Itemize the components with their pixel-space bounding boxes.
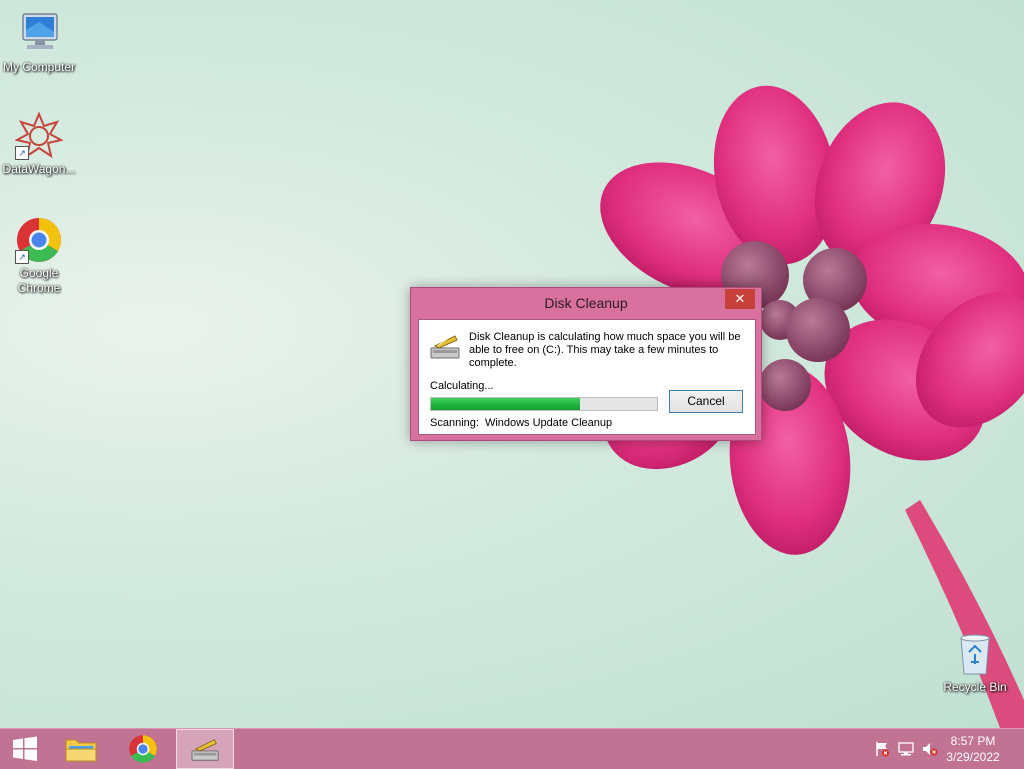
scanning-label: Scanning: <box>430 417 479 429</box>
taskbar-file-explorer[interactable] <box>52 729 110 769</box>
desktop-icon-label: My Computer <box>2 60 76 74</box>
datawagon-icon: ↗ <box>14 111 64 160</box>
clock-time: 8:57 PM <box>950 734 996 748</box>
cancel-button[interactable]: Cancel <box>669 390 743 413</box>
progress-fill <box>431 398 581 410</box>
start-button[interactable] <box>0 729 50 769</box>
dialog-title[interactable]: Disk Cleanup <box>411 288 761 318</box>
desktop-icon-label: Recycle Bin <box>943 680 1007 694</box>
progress-bar <box>430 397 658 411</box>
disk-cleanup-dialog: Disk Cleanup ✕ Disk Cleanup is calculati… <box>410 287 762 441</box>
scanning-value: Windows Update Cleanup <box>484 417 613 429</box>
chrome-icon <box>129 735 157 763</box>
clock-date: 3/29/2022 <box>946 750 1000 764</box>
windows-start-icon <box>13 736 37 761</box>
desktop-icon-recycle-bin[interactable]: Recycle Bin <box>936 630 1014 695</box>
taskbar: 8:57 PM 3/29/2022 <box>0 728 1024 769</box>
desktop-icon-my-computer[interactable]: My Computer <box>0 10 78 75</box>
shortcut-arrow-icon: ↗ <box>15 146 29 160</box>
clock[interactable]: 8:57 PM 3/29/2022 <box>938 733 1008 765</box>
status-label: Calculating... <box>430 380 494 392</box>
chrome-icon: ↗ <box>15 216 63 264</box>
desktop-icon-datawagon[interactable]: ↗ DataWagon... <box>0 111 78 177</box>
network-icon[interactable] <box>898 741 914 757</box>
dialog-client-area: Disk Cleanup is calculating how much spa… <box>418 319 756 435</box>
disk-cleanup-icon <box>429 332 463 362</box>
action-center-flag-icon[interactable] <box>874 741 890 757</box>
recycle-bin-icon <box>951 630 999 678</box>
file-explorer-icon <box>65 739 97 762</box>
desktop: My Computer ↗ DataWagon... ↗ Google Chro <box>0 0 1024 728</box>
close-button[interactable]: ✕ <box>725 289 755 309</box>
computer-icon <box>15 10 63 58</box>
taskbar-disk-cleanup[interactable] <box>176 729 234 769</box>
disk-cleanup-icon <box>191 739 219 761</box>
desktop-icon-label: DataWagon... <box>2 162 76 176</box>
taskbar-chrome[interactable] <box>114 729 172 769</box>
shortcut-arrow-icon: ↗ <box>15 250 29 264</box>
desktop-icon-google-chrome[interactable]: ↗ Google Chrome <box>0 216 78 296</box>
desktop-icon-label: Google Chrome <box>17 266 61 295</box>
scanning-row: Scanning: Windows Update Cleanup <box>430 417 612 429</box>
dialog-message: Disk Cleanup is calculating how much spa… <box>469 331 741 369</box>
volume-muted-icon[interactable] <box>922 741 938 757</box>
